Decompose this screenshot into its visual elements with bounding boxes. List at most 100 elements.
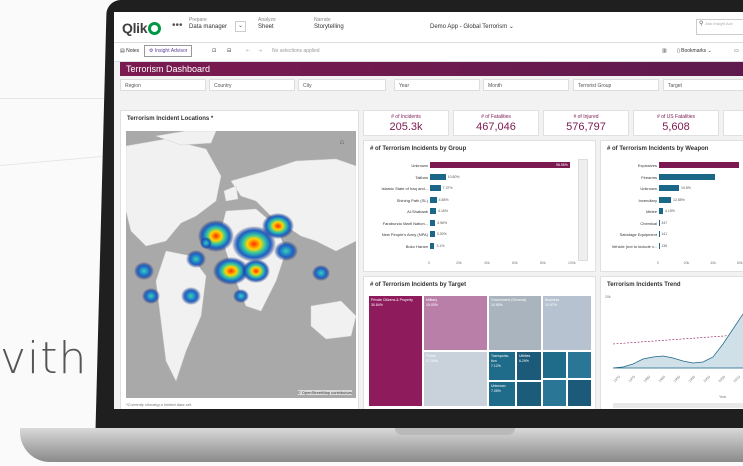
bar-label: Boko Haram bbox=[405, 243, 428, 249]
axis-tick: 60k bbox=[737, 261, 743, 265]
treemap-cell[interactable]: Military 15.93% bbox=[423, 295, 488, 351]
treemap-cell[interactable]: Government (General) 10.65% bbox=[488, 295, 542, 351]
bar[interactable] bbox=[430, 173, 446, 180]
laptop-screen: Qlik ••• Prepare Data manager ⌄ Analyze … bbox=[114, 12, 743, 409]
treemap-cell[interactable] bbox=[567, 351, 592, 379]
forward-icon[interactable]: ⇥ bbox=[258, 48, 262, 54]
home-icon[interactable]: ⌂ bbox=[340, 139, 344, 146]
trend-range-slider[interactable] bbox=[613, 403, 743, 408]
trend-x-tick: 1985 bbox=[657, 374, 667, 384]
bar[interactable] bbox=[430, 242, 435, 249]
insight-advisor-button[interactable]: ⚙ Insight Advisor bbox=[144, 45, 193, 57]
lasso-icon[interactable]: ⊟ bbox=[227, 48, 231, 54]
bar-value-label: 7.37% bbox=[442, 186, 453, 190]
treemap-cell[interactable]: Police 27.04% bbox=[423, 351, 488, 407]
nav-narrate[interactable]: Narrate Storytelling bbox=[314, 17, 344, 31]
target-treemap[interactable]: Private Citizens & Property 30.84% Milita… bbox=[368, 295, 592, 407]
trend-plot[interactable] bbox=[613, 299, 743, 369]
axis-tick: 20k bbox=[456, 261, 462, 265]
bar[interactable] bbox=[430, 162, 570, 168]
axis-tick: 20k bbox=[683, 261, 690, 265]
bar[interactable] bbox=[659, 173, 715, 180]
kpi-fatalities[interactable]: # of Fatalities 467,046 bbox=[453, 110, 539, 136]
bar[interactable] bbox=[659, 196, 671, 203]
grid-icon[interactable]: ▥ bbox=[662, 48, 667, 54]
treemap-cell[interactable] bbox=[567, 379, 592, 407]
background-line bbox=[0, 98, 120, 99]
treemap-cell[interactable]: Business 10.97% bbox=[542, 295, 592, 351]
laptop-base bbox=[20, 428, 743, 462]
cell-label: Utilities bbox=[519, 354, 531, 358]
treemap-cell[interactable] bbox=[542, 379, 567, 407]
filter-city[interactable]: City bbox=[298, 79, 386, 91]
qlik-logo[interactable]: Qlik bbox=[122, 20, 162, 36]
nav-prepare[interactable]: Prepare Data manager bbox=[189, 17, 227, 31]
filter-region[interactable]: Region bbox=[120, 79, 206, 91]
target-chart-panel: # of Terrorism Incidents by Target Priva… bbox=[363, 276, 596, 409]
dashboard-title: Terrorism Dashboard bbox=[120, 62, 743, 76]
filter-country[interactable]: Country bbox=[209, 79, 295, 91]
trend-x-tick: 1990 bbox=[672, 374, 682, 384]
bar[interactable] bbox=[659, 208, 663, 214]
bar-label: Taliban bbox=[415, 174, 428, 180]
insight-search-input[interactable]: ⚲ Ask Insight Adv bbox=[696, 19, 743, 35]
logo-q-icon bbox=[148, 22, 162, 35]
treemap-cell[interactable]: Utilities 6.29% bbox=[516, 351, 542, 381]
bar[interactable] bbox=[430, 208, 437, 214]
bar[interactable] bbox=[430, 231, 435, 237]
notes-button[interactable]: ▤ Notes bbox=[120, 48, 139, 54]
bar-label: Shining Path (SL) bbox=[396, 197, 428, 203]
kpi-injured-value: 576,797 bbox=[566, 121, 606, 133]
kpi-us-fatalities-value: 5,608 bbox=[662, 121, 690, 133]
bar[interactable] bbox=[659, 242, 660, 249]
bar-label: Firearms bbox=[641, 174, 657, 180]
filter-month[interactable]: Month bbox=[483, 79, 569, 91]
bookmarks-button[interactable]: ▯ Bookmarks ⌄ bbox=[677, 48, 712, 54]
nav-prepare-value: Data manager bbox=[189, 24, 228, 30]
app-title-dropdown[interactable]: Demo App - Global Terrorism ⌄ bbox=[430, 23, 514, 30]
bar[interactable] bbox=[659, 219, 660, 226]
bar[interactable] bbox=[430, 196, 437, 203]
kpi-incidents-value: 205.3k bbox=[389, 121, 423, 133]
prepare-dropdown-icon[interactable]: ⌄ bbox=[235, 21, 246, 32]
treemap-cell[interactable]: Private Citizens & Property 30.84% bbox=[368, 295, 423, 407]
kpi-us-fatalities[interactable]: # of US Fatalities 5,608 bbox=[633, 110, 719, 136]
bar[interactable] bbox=[659, 162, 739, 168]
treemap-cell[interactable]: Unknown 7.05% bbox=[488, 381, 516, 407]
bar-label: New People's Army (NPA) bbox=[381, 232, 428, 237]
bar[interactable] bbox=[659, 185, 679, 191]
nav-analyze[interactable]: Analyze Sheet bbox=[258, 17, 276, 31]
filter-year[interactable]: Year bbox=[394, 79, 480, 91]
treemap-cell[interactable]: Transporta- tion 7.12% bbox=[488, 351, 516, 381]
kpi-incidents[interactable]: # of Incidents 205.3k bbox=[363, 110, 449, 136]
laptop-notch bbox=[395, 428, 515, 435]
cell-pct: 10.65% bbox=[491, 303, 503, 307]
group-scrollbar[interactable] bbox=[578, 159, 588, 261]
cell-pct: 15.93% bbox=[426, 303, 438, 307]
search-icon: ⚲ bbox=[699, 21, 704, 27]
bar-value-label: 3.56% bbox=[437, 220, 448, 225]
axis-tick: 60k bbox=[512, 261, 518, 265]
present-icon[interactable]: ▭ bbox=[734, 48, 739, 54]
target-chart-title: # of Terrorism Incidents by Target bbox=[370, 282, 467, 288]
bar[interactable] bbox=[430, 219, 436, 226]
treemap-cell[interactable] bbox=[516, 381, 542, 407]
kpi-fatalities-label: # of Fatalities bbox=[481, 114, 511, 120]
bar-label: Farabundo Marti Nation... bbox=[382, 220, 428, 226]
filter-target[interactable]: Target bbox=[663, 79, 743, 91]
bar-value-label: 3.1% bbox=[436, 243, 445, 248]
kpi-injured-label: # of Injured bbox=[573, 114, 599, 120]
back-icon[interactable]: ⇤ bbox=[246, 48, 250, 54]
map-credit[interactable]: © OpenStreetMap contributors bbox=[297, 390, 352, 395]
treemap-cell[interactable] bbox=[542, 351, 567, 379]
smart-search-icon[interactable]: ⊡ bbox=[212, 48, 216, 54]
weapon-chart-title: # of Terrorism Incidents by Weapon bbox=[607, 146, 709, 152]
heat-map[interactable]: ⌂ © OpenStreetMap contributors bbox=[126, 131, 356, 398]
trend-y-tick: 20k bbox=[605, 295, 611, 299]
kpi-injured[interactable]: # of Injured 576,797 bbox=[543, 110, 629, 136]
bar[interactable] bbox=[430, 185, 441, 191]
bar[interactable] bbox=[659, 231, 660, 237]
more-menu-button[interactable]: ••• bbox=[172, 20, 183, 31]
cell-pct: 7.05% bbox=[491, 389, 501, 393]
filter-terrorist-group[interactable]: Terrorist Group bbox=[573, 79, 659, 91]
